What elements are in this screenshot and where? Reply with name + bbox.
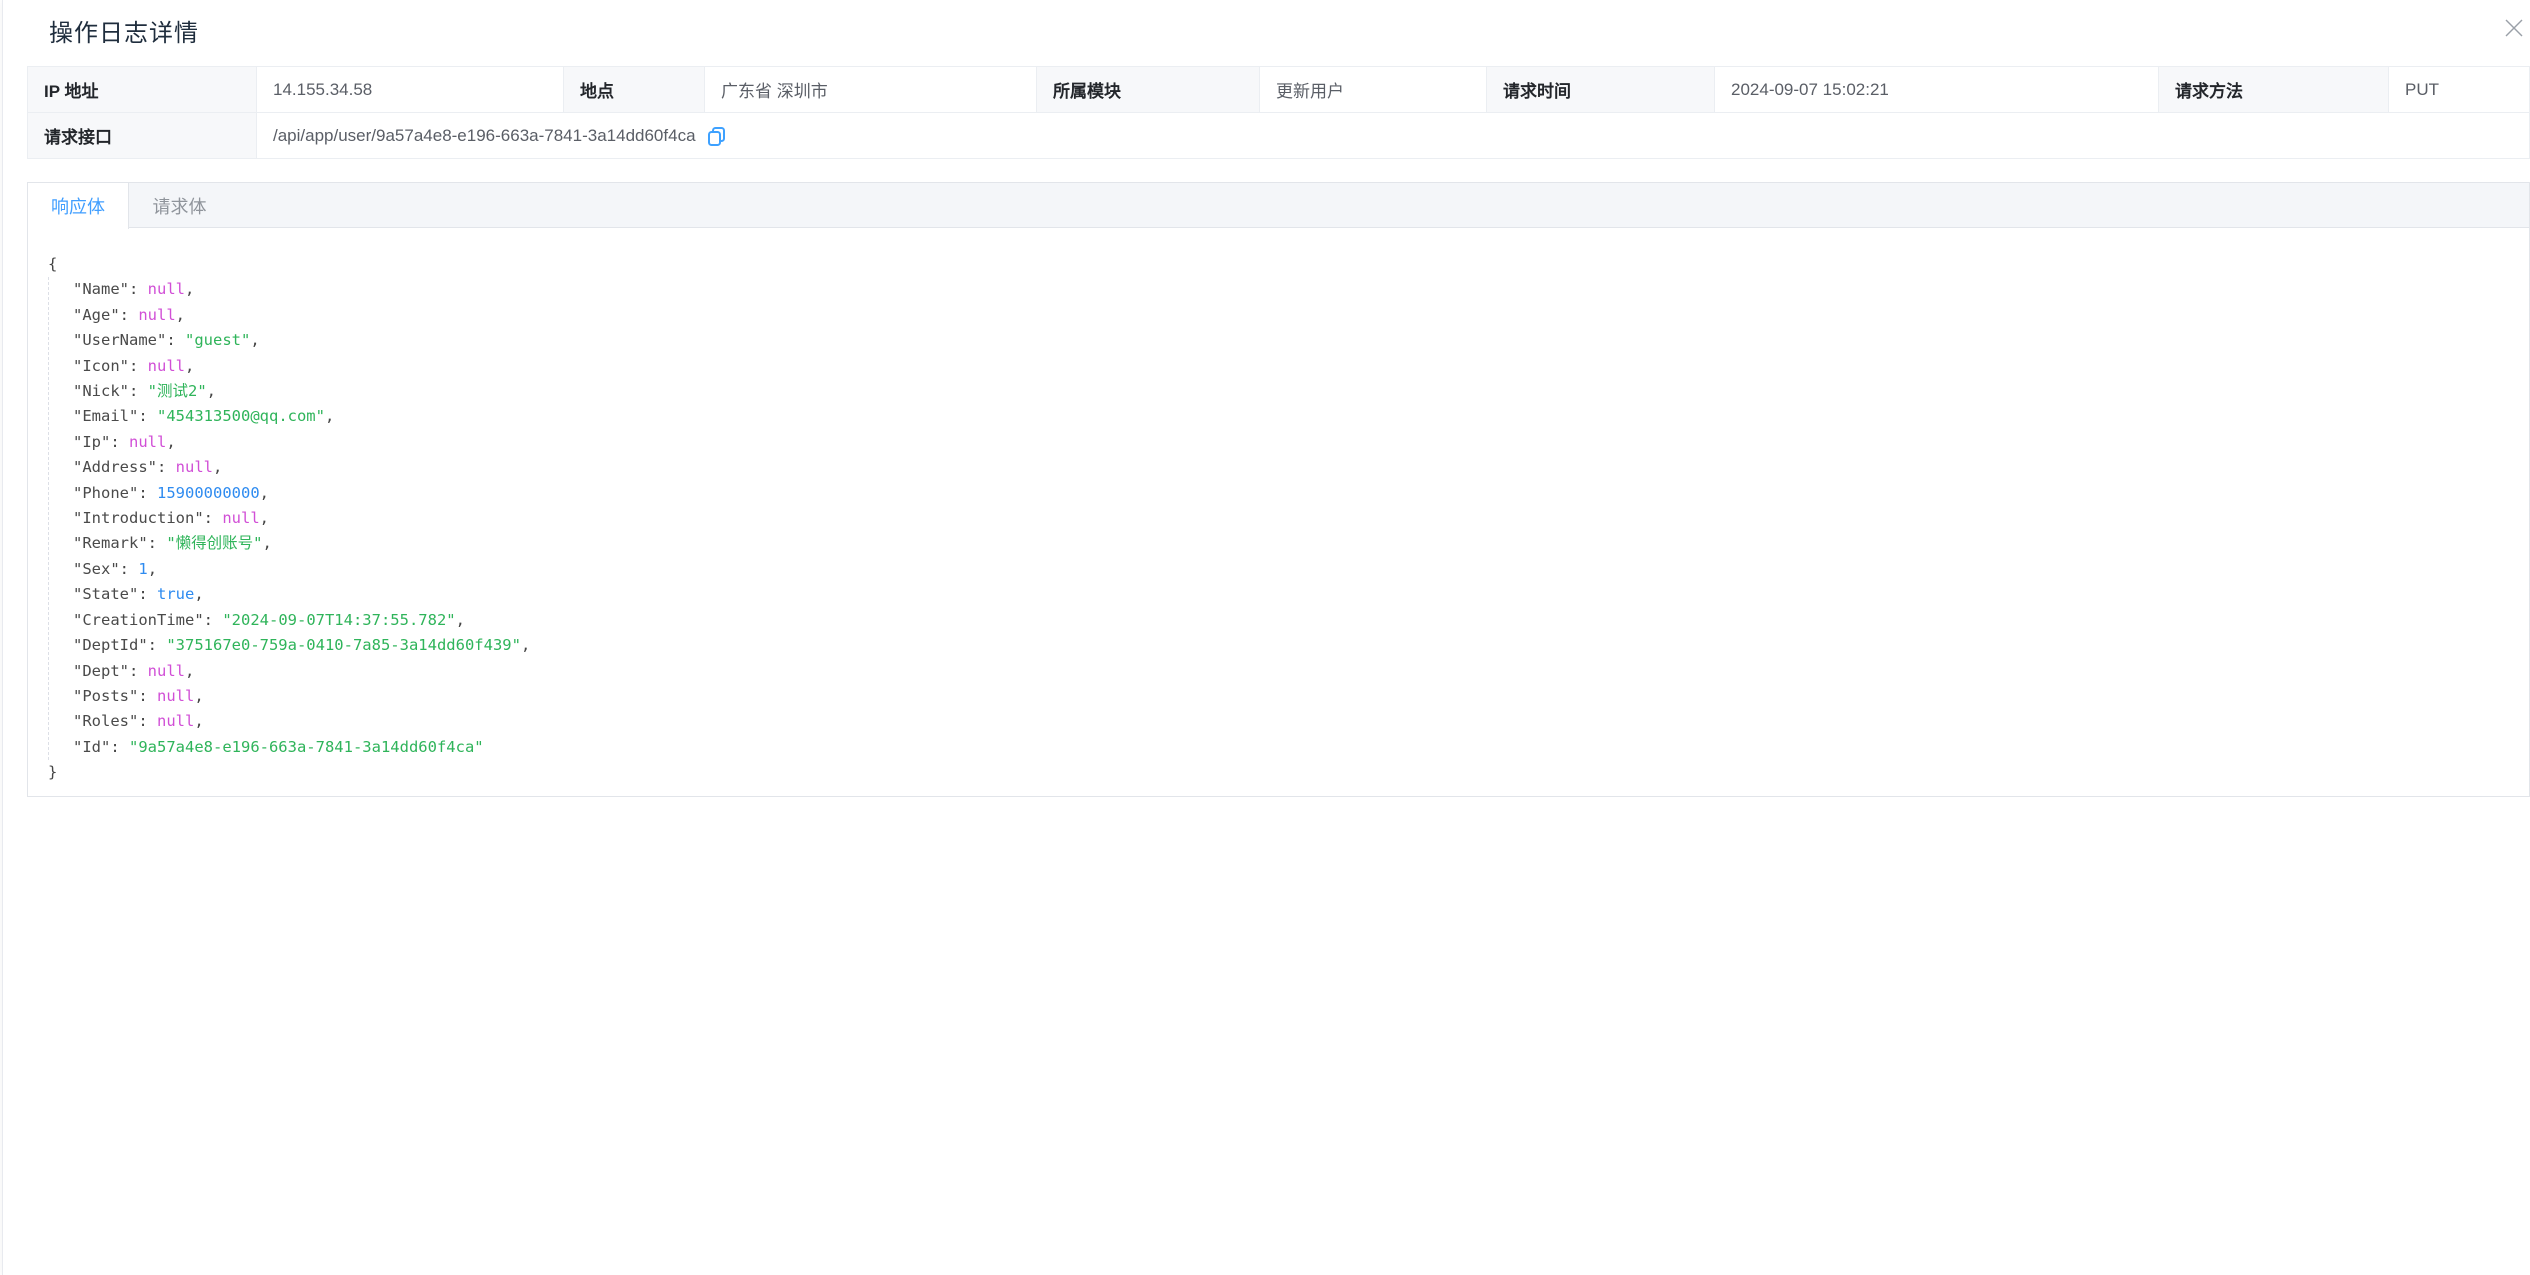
json-line: "Id": "9a57a4e8-e196-663a-7841-3a14dd60f… <box>73 735 2509 760</box>
json-open-brace: { <box>48 252 2509 277</box>
json-line: "Remark": "懒得创账号", <box>73 531 2509 556</box>
drawer-header: 操作日志详情 <box>3 0 2530 66</box>
field-label-location: 地点 <box>564 67 705 113</box>
tab-response-body[interactable]: 响应体 <box>28 183 129 229</box>
json-line: "Phone": 15900000000, <box>73 481 2509 506</box>
json-line: "State": true, <box>73 582 2509 607</box>
json-line: "CreationTime": "2024-09-07T14:37:55.782… <box>73 608 2509 633</box>
field-label-request-api: 请求接口 <box>28 113 257 159</box>
json-line: "Icon": null, <box>73 354 2509 379</box>
json-line: "Name": null, <box>73 277 2509 302</box>
json-line: "DeptId": "375167e0-759a-0410-7a85-3a14d… <box>73 633 2509 658</box>
field-value-module: 更新用户 <box>1260 67 1487 113</box>
response-body-panel: { "Name": null,"Age": null,"UserName": "… <box>28 228 2529 786</box>
close-icon <box>2503 17 2525 39</box>
json-body: "Name": null,"Age": null,"UserName": "gu… <box>48 277 2509 760</box>
tabs-header: 响应体 请求体 <box>28 183 2529 228</box>
json-line: "Posts": null, <box>73 684 2509 709</box>
tab-request-body[interactable]: 请求体 <box>129 183 230 229</box>
json-viewer: { "Name": null,"Age": null,"UserName": "… <box>48 252 2509 786</box>
log-detail-table: IP 地址 14.155.34.58 地点 广东省 深圳市 所属模块 更新用户 … <box>27 66 2530 159</box>
body-tabs-card: 响应体 请求体 { "Name": null,"Age": null,"User… <box>27 182 2530 797</box>
field-label-module: 所属模块 <box>1037 67 1260 113</box>
field-value-ip: 14.155.34.58 <box>257 67 564 113</box>
json-line: "Sex": 1, <box>73 557 2509 582</box>
json-line: "Email": "454313500@qq.com", <box>73 404 2509 429</box>
json-close-brace: } <box>48 760 2509 785</box>
json-line: "Nick": "测试2", <box>73 379 2509 404</box>
field-value-request-time: 2024-09-07 15:02:21 <box>1715 67 2159 113</box>
request-api-path: /api/app/user/9a57a4e8-e196-663a-7841-3a… <box>273 126 696 146</box>
field-value-request-method: PUT <box>2389 67 2530 113</box>
json-line: "Introduction": null, <box>73 506 2509 531</box>
json-line: "Address": null, <box>73 455 2509 480</box>
field-value-location: 广东省 深圳市 <box>705 67 1037 113</box>
copy-icon <box>706 125 727 147</box>
page-title: 操作日志详情 <box>49 13 199 48</box>
copy-button[interactable] <box>706 125 727 147</box>
json-line: "Ip": null, <box>73 430 2509 455</box>
field-label-ip: IP 地址 <box>28 67 257 113</box>
field-value-request-api: /api/app/user/9a57a4e8-e196-663a-7841-3a… <box>257 113 2530 159</box>
json-line: "Dept": null, <box>73 659 2509 684</box>
close-button[interactable] <box>2500 14 2528 42</box>
field-label-request-time: 请求时间 <box>1487 67 1715 113</box>
json-line: "UserName": "guest", <box>73 328 2509 353</box>
json-line: "Roles": null, <box>73 709 2509 734</box>
json-line: "Age": null, <box>73 303 2509 328</box>
operation-log-detail-drawer: 操作日志详情 IP 地址 14.155.34.58 地点 广东省 深圳市 所属模… <box>2 0 2530 1275</box>
field-label-request-method: 请求方法 <box>2159 67 2389 113</box>
